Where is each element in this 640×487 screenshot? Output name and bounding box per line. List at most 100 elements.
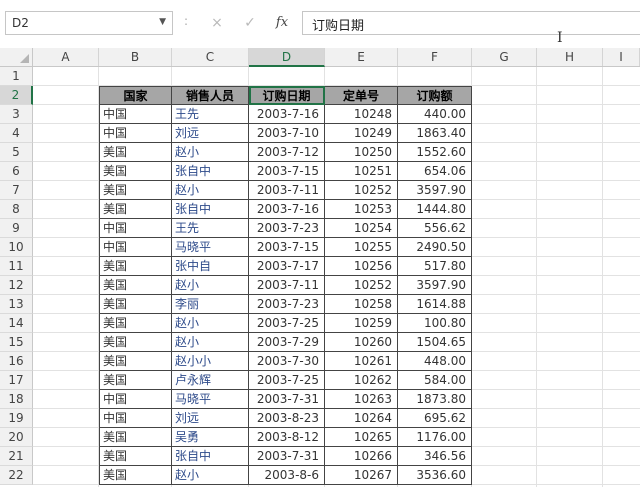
row-header-22[interactable]: 22 xyxy=(0,466,33,485)
cell-country[interactable]: 美国 xyxy=(99,200,172,219)
cell-order-amount[interactable]: 3597.90 xyxy=(398,276,472,295)
spreadsheet-grid[interactable]: ABCDEFGHI 1 2 3 4 5 6 7 8 9 10 11 12 13 14 15 16 17 18 19 2… xyxy=(0,48,640,487)
cell-order-id[interactable]: 10256 xyxy=(325,257,398,276)
row-header-20[interactable]: 20 xyxy=(0,428,33,447)
cell-salesperson[interactable]: 刘远 xyxy=(172,124,249,143)
cell-order-id[interactable]: 10252 xyxy=(325,276,398,295)
cell-order-date[interactable]: 2003-7-10 xyxy=(249,124,325,143)
cell-country[interactable]: 中国 xyxy=(99,409,172,428)
cell-salesperson[interactable]: 赵小 xyxy=(172,314,249,333)
cell-order-id[interactable]: 10251 xyxy=(325,162,398,181)
cell-salesperson[interactable]: 王先 xyxy=(172,219,249,238)
cancel-icon[interactable]: × xyxy=(206,11,228,35)
cell-order-date[interactable]: 2003-8-12 xyxy=(249,428,325,447)
column-header-a[interactable]: A xyxy=(33,48,99,66)
row-header-9[interactable]: 9 xyxy=(0,219,33,238)
cell-order-date[interactable]: 2003-7-11 xyxy=(249,276,325,295)
formula-input[interactable]: 订购日期 xyxy=(302,11,640,35)
cell-country[interactable]: 美国 xyxy=(99,143,172,162)
cell-country[interactable]: 美国 xyxy=(99,352,172,371)
cell-order-id[interactable]: 10263 xyxy=(325,390,398,409)
cell-order-id[interactable]: 10267 xyxy=(325,466,398,485)
row-header-12[interactable]: 12 xyxy=(0,276,33,295)
cell-order-amount[interactable]: 1873.80 xyxy=(398,390,472,409)
cell-salesperson[interactable]: 王先 xyxy=(172,105,249,124)
cell-country[interactable]: 美国 xyxy=(99,181,172,200)
cell-order-date[interactable]: 2003-7-15 xyxy=(249,238,325,257)
cell-salesperson[interactable]: 马晓平 xyxy=(172,390,249,409)
insert-function-icon[interactable]: fx xyxy=(271,11,293,35)
cell-country[interactable]: 中国 xyxy=(99,238,172,257)
row-header-13[interactable]: 13 xyxy=(0,295,33,314)
header-cell-order-amount[interactable]: 订购额 xyxy=(398,86,472,105)
column-header-h[interactable]: H xyxy=(537,48,603,66)
header-cell-order-date[interactable]: 订购日期 xyxy=(249,86,325,105)
cell-salesperson[interactable]: 张自中 xyxy=(172,200,249,219)
header-cell-country[interactable]: 国家 xyxy=(99,86,172,105)
cell-country[interactable]: 中国 xyxy=(99,219,172,238)
cell-order-id[interactable]: 10255 xyxy=(325,238,398,257)
cell-order-amount[interactable]: 1863.40 xyxy=(398,124,472,143)
cell-country[interactable]: 中国 xyxy=(99,105,172,124)
select-all-button[interactable] xyxy=(0,48,33,66)
row-header-1[interactable]: 1 xyxy=(0,67,33,86)
cell-order-id[interactable]: 10252 xyxy=(325,181,398,200)
chevron-down-icon[interactable]: ▼ xyxy=(159,17,166,27)
cell-order-amount[interactable]: 1176.00 xyxy=(398,428,472,447)
cell-order-amount[interactable]: 3597.90 xyxy=(398,181,472,200)
row-header-5[interactable]: 5 xyxy=(0,143,33,162)
row-header-17[interactable]: 17 xyxy=(0,371,33,390)
cell-salesperson[interactable]: 赵小 xyxy=(172,333,249,352)
row-header-8[interactable]: 8 xyxy=(0,200,33,219)
cell-order-amount[interactable]: 517.80 xyxy=(398,257,472,276)
row-header-21[interactable]: 21 xyxy=(0,447,33,466)
cell-order-id[interactable]: 10264 xyxy=(325,409,398,428)
row-header-15[interactable]: 15 xyxy=(0,333,33,352)
cell-salesperson[interactable]: 马晓平 xyxy=(172,238,249,257)
cell-order-amount[interactable]: 695.62 xyxy=(398,409,472,428)
cell-salesperson[interactable]: 张中自 xyxy=(172,257,249,276)
cell-salesperson[interactable]: 李丽 xyxy=(172,295,249,314)
cell-order-date[interactable]: 2003-7-15 xyxy=(249,162,325,181)
header-cell-order-id[interactable]: 定单号 xyxy=(325,86,398,105)
row-header-2[interactable]: 2 xyxy=(0,86,33,105)
cell-salesperson[interactable]: 赵小 xyxy=(172,143,249,162)
row-header-16[interactable]: 16 xyxy=(0,352,33,371)
cell-order-amount[interactable]: 440.00 xyxy=(398,105,472,124)
cell-order-amount[interactable]: 448.00 xyxy=(398,352,472,371)
cell-salesperson[interactable]: 赵小小 xyxy=(172,352,249,371)
row-header-11[interactable]: 11 xyxy=(0,257,33,276)
cell-salesperson[interactable]: 卢永辉 xyxy=(172,371,249,390)
cell-order-amount[interactable]: 1504.65 xyxy=(398,333,472,352)
cell-order-date[interactable]: 2003-7-31 xyxy=(249,390,325,409)
column-header-c[interactable]: C xyxy=(172,48,249,66)
cell-order-date[interactable]: 2003-7-12 xyxy=(249,143,325,162)
cell-country[interactable]: 美国 xyxy=(99,333,172,352)
cell-order-amount[interactable]: 556.62 xyxy=(398,219,472,238)
column-header-b[interactable]: B xyxy=(99,48,172,66)
cell-order-date[interactable]: 2003-7-16 xyxy=(249,200,325,219)
cell-country[interactable]: 美国 xyxy=(99,371,172,390)
cell-order-date[interactable]: 2003-7-17 xyxy=(249,257,325,276)
cell-order-date[interactable]: 2003-8-6 xyxy=(249,466,325,485)
cell-order-id[interactable]: 10254 xyxy=(325,219,398,238)
cell-order-id[interactable]: 10265 xyxy=(325,428,398,447)
cell-order-date[interactable]: 2003-7-23 xyxy=(249,219,325,238)
cell-order-date[interactable]: 2003-7-30 xyxy=(249,352,325,371)
cell-order-amount[interactable]: 3536.60 xyxy=(398,466,472,485)
cell-salesperson[interactable]: 刘远 xyxy=(172,409,249,428)
cell-order-date[interactable]: 2003-7-16 xyxy=(249,105,325,124)
cell-order-date[interactable]: 2003-7-23 xyxy=(249,295,325,314)
cell-order-id[interactable]: 10253 xyxy=(325,200,398,219)
row-header-14[interactable]: 14 xyxy=(0,314,33,333)
cell-order-id[interactable]: 10258 xyxy=(325,295,398,314)
row-header-19[interactable]: 19 xyxy=(0,409,33,428)
cell-country[interactable]: 美国 xyxy=(99,428,172,447)
cell-order-id[interactable]: 10262 xyxy=(325,371,398,390)
cell-order-amount[interactable]: 1614.88 xyxy=(398,295,472,314)
cell-country[interactable]: 美国 xyxy=(99,162,172,181)
cell-order-id[interactable]: 10250 xyxy=(325,143,398,162)
column-header-g[interactable]: G xyxy=(472,48,537,66)
cell-order-amount[interactable]: 100.80 xyxy=(398,314,472,333)
header-cell-salesperson[interactable]: 销售人员 xyxy=(172,86,249,105)
